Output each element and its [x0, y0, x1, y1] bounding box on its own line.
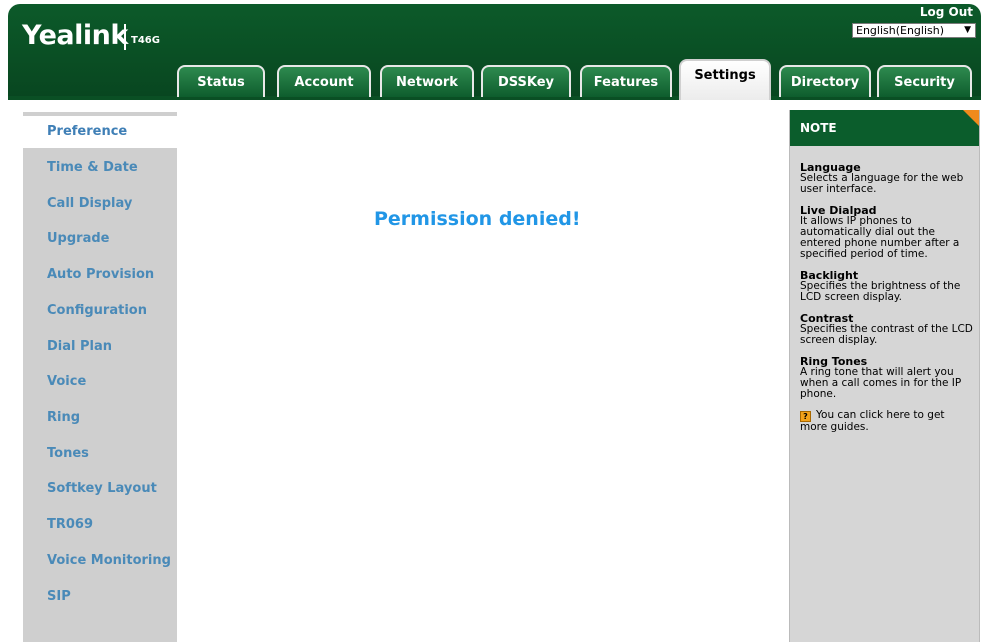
- settings-sidebar: Preference Time & Date Call Display Upgr…: [23, 112, 177, 642]
- note-section: Language Selects a language for the web …: [800, 162, 975, 195]
- note-panel: NOTE Language Selects a language for the…: [789, 110, 980, 642]
- guide-link-text[interactable]: You can click here to get more guides.: [800, 409, 945, 433]
- tab-settings[interactable]: Settings: [679, 59, 771, 100]
- note-section-text: It allows IP phones to automatically dia…: [800, 215, 960, 260]
- sidebar-item-auto-provision[interactable]: Auto Provision: [23, 259, 177, 291]
- model-label: T46G: [131, 35, 160, 46]
- sidebar-item-voice-monitoring[interactable]: Voice Monitoring: [23, 545, 177, 577]
- sidebar-item-tones[interactable]: Tones: [23, 438, 177, 470]
- note-section-text: A ring tone that will alert you when a c…: [800, 366, 962, 400]
- note-section-text: Selects a language for the web user inte…: [800, 172, 964, 195]
- language-selected-value: English(English): [856, 24, 945, 37]
- logo-separator: [124, 24, 126, 50]
- tab-status[interactable]: Status: [177, 65, 265, 97]
- tab-directory[interactable]: Directory: [779, 65, 871, 97]
- note-corner-icon: [963, 110, 979, 126]
- sidebar-item-ring[interactable]: Ring: [23, 402, 177, 434]
- sidebar-item-time-date[interactable]: Time & Date: [23, 152, 177, 184]
- sidebar-item-tr069[interactable]: TR069: [23, 509, 177, 541]
- guide-link[interactable]: ? You can click here to get more guides.: [800, 410, 975, 433]
- sidebar-item-voice[interactable]: Voice: [23, 366, 177, 398]
- tab-account[interactable]: Account: [277, 65, 371, 97]
- note-section-text: Specifies the contrast of the LCD screen…: [800, 323, 973, 346]
- sidebar-item-sip[interactable]: SIP: [23, 581, 177, 613]
- permission-denied-message: Permission denied!: [374, 208, 581, 230]
- dropdown-arrow-icon: ▼: [964, 25, 971, 35]
- tab-dsskey[interactable]: DSSKey: [481, 65, 571, 97]
- tab-security[interactable]: Security: [877, 65, 972, 97]
- sidebar-item-call-display[interactable]: Call Display: [23, 188, 177, 220]
- language-select[interactable]: English(English) ▼: [852, 23, 976, 38]
- logout-link[interactable]: Log Out: [920, 5, 973, 19]
- note-section: Live Dialpad It allows IP phones to auto…: [800, 205, 975, 260]
- sidebar-item-preference[interactable]: Preference: [23, 116, 177, 148]
- note-body: Language Selects a language for the web …: [800, 162, 975, 443]
- tab-network[interactable]: Network: [380, 65, 474, 97]
- sidebar-item-softkey-layout[interactable]: Softkey Layout: [23, 473, 177, 505]
- tab-features[interactable]: Features: [580, 65, 672, 97]
- note-section: Backlight Specifies the brightness of th…: [800, 270, 975, 303]
- sidebar-item-dial-plan[interactable]: Dial Plan: [23, 331, 177, 363]
- sidebar-item-configuration[interactable]: Configuration: [23, 295, 177, 327]
- sidebar-item-upgrade[interactable]: Upgrade: [23, 223, 177, 255]
- brand-logo: Yealink: [22, 20, 128, 51]
- note-header: NOTE: [790, 110, 979, 146]
- note-section-text: Specifies the brightness of the LCD scre…: [800, 280, 961, 303]
- page-frame: Yealink T46G Log Out English(English) ▼ …: [0, 0, 981, 642]
- note-section: Contrast Specifies the contrast of the L…: [800, 313, 975, 346]
- note-section: Ring Tones A ring tone that will alert y…: [800, 356, 975, 400]
